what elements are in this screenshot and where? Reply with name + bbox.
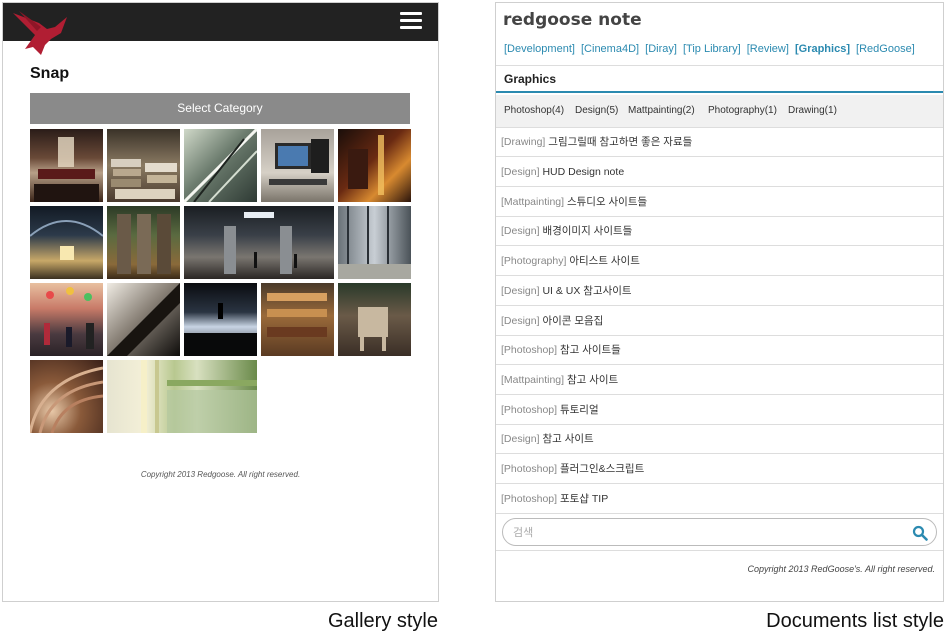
category-link-review[interactable]: [Review] [747,43,789,55]
list-item[interactable]: [Design] UI & UX 참고사이트 [496,277,943,306]
gallery-thumbnail[interactable] [338,129,411,202]
item-tag: [Photoshop] [501,344,558,356]
subcategory-drawing[interactable]: Drawing(1) [788,105,837,116]
search-bar [502,518,937,546]
list-item[interactable]: [Photoshop] 참고 사이트들 [496,336,943,365]
item-tag: [Photoshop] [501,493,558,505]
item-title: 참고 사이트 [566,374,619,386]
section-header: Graphics [496,65,943,93]
gallery-thumbnail[interactable] [30,206,103,279]
gallery-style-caption: Gallery style [327,610,438,632]
copyright-text: Copyright 2013 RedGoose's. All right res… [747,564,935,574]
list-item[interactable]: [Design] 아이콘 모음집 [496,307,943,336]
gallery-thumbnail[interactable] [338,283,411,356]
item-title: 포토샵 TIP [559,493,609,505]
item-title: 아티스트 사이트 [569,255,640,267]
item-tag: [Mattpainting] [501,196,565,208]
list-item[interactable]: [Photoshop] 포토샵 TIP [496,485,943,514]
copyright-text: Copyright 2013 Redgoose. All right reser… [140,470,301,479]
subcategory-bar: Photoshop(4) Design(5) Mattpainting(2) P… [496,95,943,128]
hamburger-menu-icon[interactable] [400,12,422,32]
search-input[interactable] [513,524,903,541]
item-tag: [Design] [501,225,540,237]
list-item[interactable]: [Drawing] 그림그릴때 참고하면 좋은 자료들 [496,128,943,157]
subcategory-photography[interactable]: Photography(1) [708,105,777,116]
item-tag: [Photography] [501,255,567,267]
item-tag: [Design] [501,433,540,445]
gallery-style-screen: Snap Select Category Copyright 2013 Redg… [2,2,439,602]
item-title: UI & UX 참고사이트 [542,285,632,297]
documents-list-screen: redgoose note [Development] [Cinema4D] [… [495,2,944,602]
gallery-thumbnail[interactable] [30,283,103,356]
item-title: 그림그릴때 참고하면 좋은 자료들 [548,136,693,148]
item-tag: [Photoshop] [501,404,558,416]
category-link-redgoose[interactable]: [RedGoose] [856,43,915,55]
gallery-thumbnail[interactable] [261,283,334,356]
list-item[interactable]: [Mattpainting] 참고 사이트 [496,366,943,395]
item-title: 스튜디오 사이트들 [566,196,648,208]
gallery-thumbnail[interactable] [338,206,411,279]
select-category-button[interactable]: Select Category [30,93,410,124]
item-tag: [Design] [501,315,540,327]
list-item[interactable]: [Mattpainting] 스튜디오 사이트들 [496,188,943,217]
subcategory-mattpainting[interactable]: Mattpainting(2) [628,105,695,116]
subcategory-photoshop[interactable]: Photoshop(4) [504,105,564,116]
documents-list-style-caption: Documents list style [766,610,944,632]
gallery-thumbnail[interactable] [107,360,257,433]
list-item[interactable]: [Photography] 아티스트 사이트 [496,247,943,276]
item-tag: [Design] [501,285,540,297]
search-icon[interactable] [912,525,928,541]
list-item[interactable]: [Photoshop] 튜토리얼 [496,396,943,425]
gallery-thumbnail[interactable] [30,129,103,202]
category-link-development[interactable]: [Development] [504,43,575,55]
gallery-thumbnail[interactable] [184,283,257,356]
item-title: 플러그인&스크립트 [559,463,645,475]
subcategory-design[interactable]: Design(5) [575,105,618,116]
gallery-thumbnail[interactable] [107,129,180,202]
item-title: 배경이미지 사이트들 [542,225,633,237]
gallery-thumbnail[interactable] [261,129,334,202]
redgoose-bird-logo-icon[interactable] [11,9,69,57]
site-title[interactable]: redgoose note [503,10,642,30]
category-nav: [Development] [Cinema4D] [Diray] [Tip Li… [504,43,918,55]
category-link-cinema4d[interactable]: [Cinema4D] [581,43,639,55]
gallery-thumbnail[interactable] [184,206,334,279]
category-link-tip-library[interactable]: [Tip Library] [683,43,741,55]
item-title: 참고 사이트들 [559,344,621,356]
item-tag: [Photoshop] [501,463,558,475]
section-title: Graphics [504,72,557,86]
page-title: Snap [30,65,70,82]
item-tag: [Design] [501,166,540,178]
gallery-thumbnail[interactable] [107,206,180,279]
item-tag: [Mattpainting] [501,374,565,386]
list-item[interactable]: [Photoshop] 플러그인&스크립트 [496,455,943,484]
footer-divider [496,550,943,551]
item-title: 아이콘 모음집 [542,315,604,327]
gallery-thumbnail[interactable] [107,283,180,356]
item-title: 참고 사이트 [542,433,594,445]
category-link-diray[interactable]: [Diray] [645,43,677,55]
list-item[interactable]: [Design] HUD Design note [496,158,943,187]
list-item[interactable]: [Design] 배경이미지 사이트들 [496,217,943,246]
item-tag: [Drawing] [501,136,546,148]
gallery-thumbnail[interactable] [30,360,103,433]
item-title: 튜토리얼 [559,404,599,416]
gallery-header [3,3,438,55]
item-title: HUD Design note [542,166,625,178]
category-link-graphics[interactable]: [Graphics] [795,43,850,55]
gallery-thumbnail[interactable] [184,129,257,202]
list-item[interactable]: [Design] 참고 사이트 [496,425,943,454]
